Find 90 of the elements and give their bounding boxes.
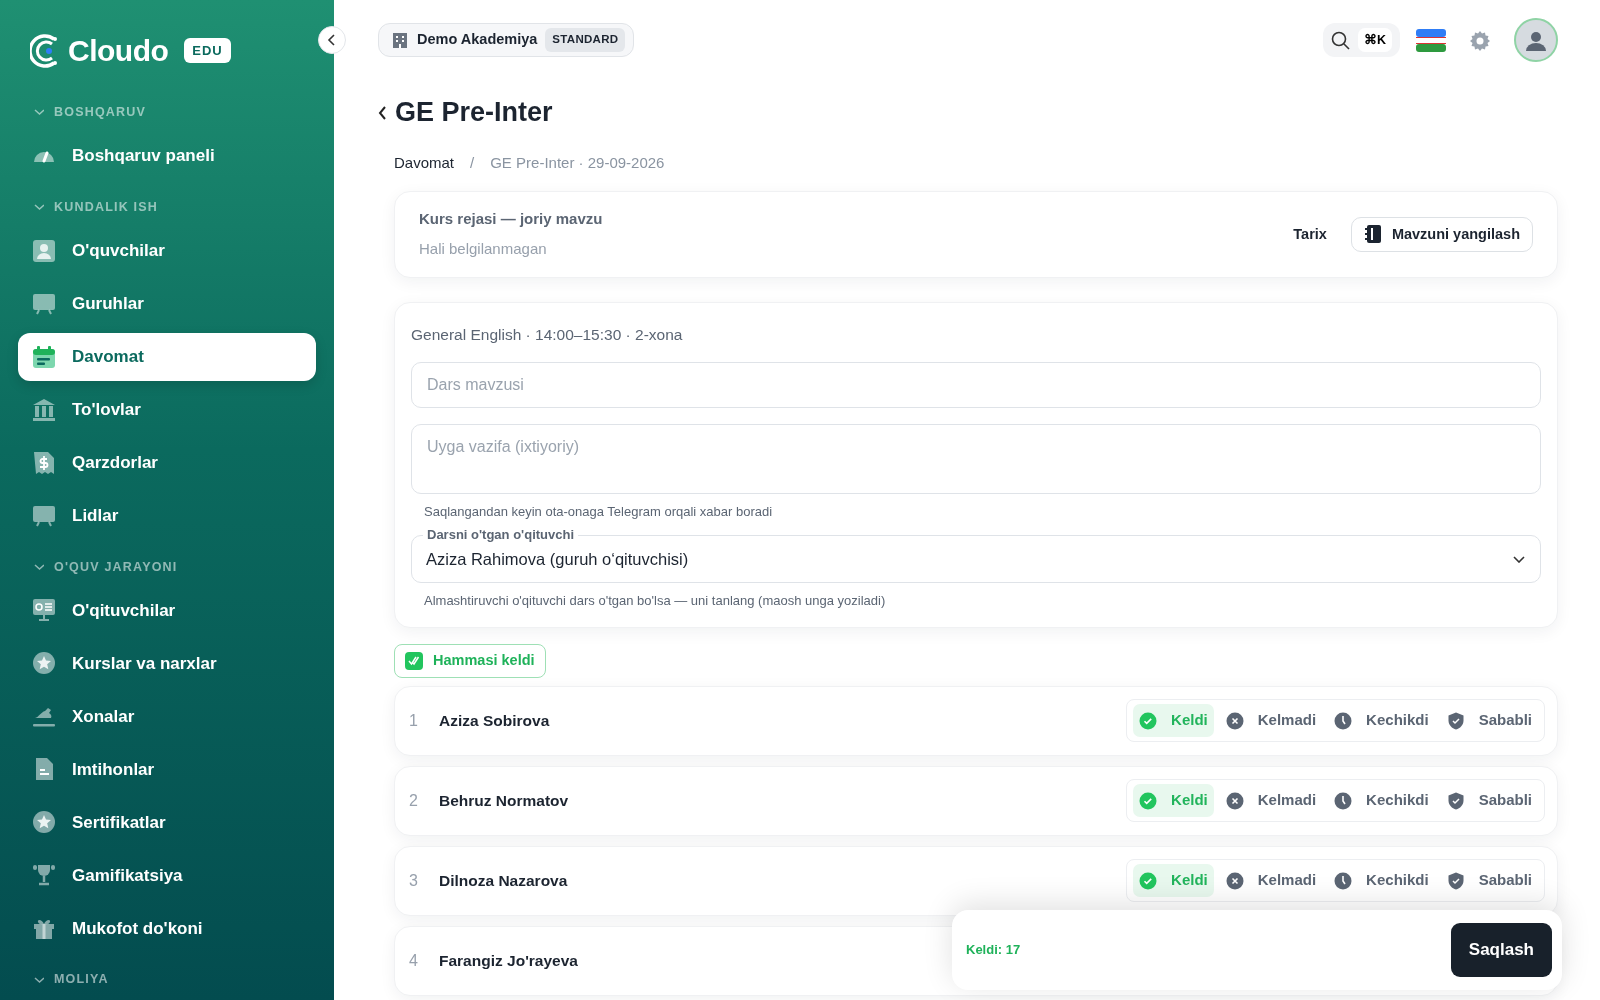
sidebar-item[interactable]: Qarzdorlar (18, 438, 316, 487)
x-circle-icon (1225, 871, 1244, 890)
sidebar-item[interactable]: O'quvchilar (18, 226, 316, 275)
search-button[interactable]: ⌘K (1322, 22, 1400, 58)
sidebar-item[interactable]: Xonalar (18, 692, 316, 741)
flag-icon (1416, 29, 1446, 53)
sidebar-item[interactable]: Kurslar va narxlar (18, 639, 316, 688)
search-icon (1330, 30, 1350, 50)
topic-status: Hali belgilanmagan (419, 239, 548, 260)
status-option[interactable]: Kelmadi (1219, 704, 1323, 737)
status-option[interactable]: Sababli (1440, 864, 1538, 897)
monitor-icon (32, 598, 56, 623)
person-icon (32, 238, 56, 263)
row-number: 4 (409, 950, 419, 971)
page-title: GE Pre-Inter (395, 96, 553, 129)
shield-check-icon (1446, 711, 1465, 730)
chevron-down-icon (1513, 555, 1525, 563)
check-circle-icon (1139, 871, 1158, 890)
student-name: Farangiz Jo'rayeva (439, 951, 578, 971)
shortcut-key: ⌘K (1357, 27, 1392, 53)
lesson-meta: General English · 14:00–15:30 · 2-xona (411, 324, 684, 345)
clock-icon (1334, 711, 1353, 730)
logo-icon (30, 32, 60, 69)
shield-check-icon (1446, 871, 1465, 890)
status-option[interactable]: Kechikdi (1328, 864, 1435, 897)
update-topic-button[interactable]: Mavzuni yangilash (1350, 216, 1533, 253)
clock-icon (1334, 871, 1353, 890)
breadcrumb-current: GE Pre-Inter · 29-09-2026 (490, 153, 665, 174)
student-name: Dilnoza Nazarova (439, 871, 568, 891)
sidebar-item[interactable]: Davomat (18, 332, 316, 381)
board-icon (32, 291, 56, 316)
homework-input[interactable]: Uyga vazifa (ixtiyoriy) (411, 424, 1541, 495)
check-circle-icon (1139, 791, 1158, 810)
sidebar-item[interactable]: Boshqaruv paneli (18, 131, 316, 180)
status-option[interactable]: Kechikdi (1328, 704, 1435, 737)
section-heading: BOSHQARUV (54, 104, 147, 121)
sidebar-item[interactable]: Mukofot do'koni (18, 904, 316, 953)
avatar[interactable] (1514, 18, 1558, 62)
check-circle-icon (1139, 711, 1158, 730)
status-option[interactable]: Kelmadi (1219, 784, 1323, 817)
chevron-left-icon (327, 34, 337, 46)
row-number: 3 (409, 870, 419, 891)
section-heading: KUNDALIK ISH (54, 198, 158, 216)
sidebar-item[interactable]: Guruhlar (18, 279, 316, 328)
status-option[interactable]: Kechikdi (1328, 784, 1435, 817)
calendar-icon (32, 344, 56, 369)
sidebar-item[interactable]: To'lovlar (18, 385, 316, 434)
breadcrumb-separator: / (470, 153, 475, 174)
logo-text: Cloudo (68, 33, 169, 69)
building-icon (391, 31, 409, 49)
teacher-select[interactable]: Darsni o'tgan o'qituvchi Aziza Rahimova (guruh o‘qituvchisi) (411, 525, 1541, 584)
trophy-icon (32, 863, 56, 888)
receipt-icon (32, 450, 56, 475)
student-name: Behruz Normatov (439, 791, 569, 811)
back-icon (378, 105, 387, 120)
sidebar-item[interactable]: Sertifikatlar (18, 798, 316, 847)
history-link[interactable]: Tarix (1293, 223, 1327, 246)
sidebar-item[interactable]: Imtihonlar (18, 745, 316, 794)
sidebar-item[interactable]: Lidlar (18, 491, 316, 540)
board-icon (32, 503, 56, 528)
attendance-summary: Keldi: 17 (966, 941, 1021, 960)
x-circle-icon (1225, 791, 1244, 810)
plan-badge: STANDARD (545, 28, 626, 52)
shield-check-icon (1446, 791, 1465, 810)
clock-icon (1334, 791, 1353, 810)
status-option[interactable]: Sababli (1440, 704, 1538, 737)
edition-badge: EDU (184, 37, 231, 64)
check-icon (408, 655, 420, 666)
teacher-hint: Almashtiruvchi o'qituvchi dars o'tgan bo'lsa — uni tanlang (maosh unga yoziladi) (423, 592, 887, 611)
language-flag-button[interactable] (1416, 27, 1446, 53)
user-icon (1525, 29, 1547, 51)
settings-icon (1470, 29, 1490, 52)
student-name: Aziza Sobirova (439, 711, 550, 731)
row-number: 2 (409, 790, 419, 811)
sidebar-item[interactable]: O'qituvchilar (18, 586, 316, 635)
sidebar-item[interactable]: Gamifikatsiya (18, 851, 316, 900)
bank-icon (32, 397, 56, 422)
topic-input[interactable]: Dars mavzusi (411, 362, 1541, 409)
organization-selector[interactable]: Demo Akademiya STANDARD (378, 23, 635, 57)
status-option[interactable]: Sababli (1440, 784, 1538, 817)
notebook-icon (1363, 224, 1382, 245)
x-circle-icon (1225, 711, 1244, 730)
card-title: Kurs rejasi — joriy mavzu (419, 208, 604, 229)
row-number: 1 (409, 710, 419, 731)
section-heading: MOLIYA (54, 971, 109, 989)
section-heading: O'QUV JARAYONI (54, 558, 178, 576)
breadcrumb-link[interactable]: Davomat (394, 152, 455, 175)
homework-hint: Saqlangandan keyin ota-onaga Telegram orqali xabar boradi (423, 503, 774, 522)
save-button[interactable]: Saqlash (1450, 923, 1552, 977)
status-option[interactable]: Kelmadi (1219, 864, 1323, 897)
